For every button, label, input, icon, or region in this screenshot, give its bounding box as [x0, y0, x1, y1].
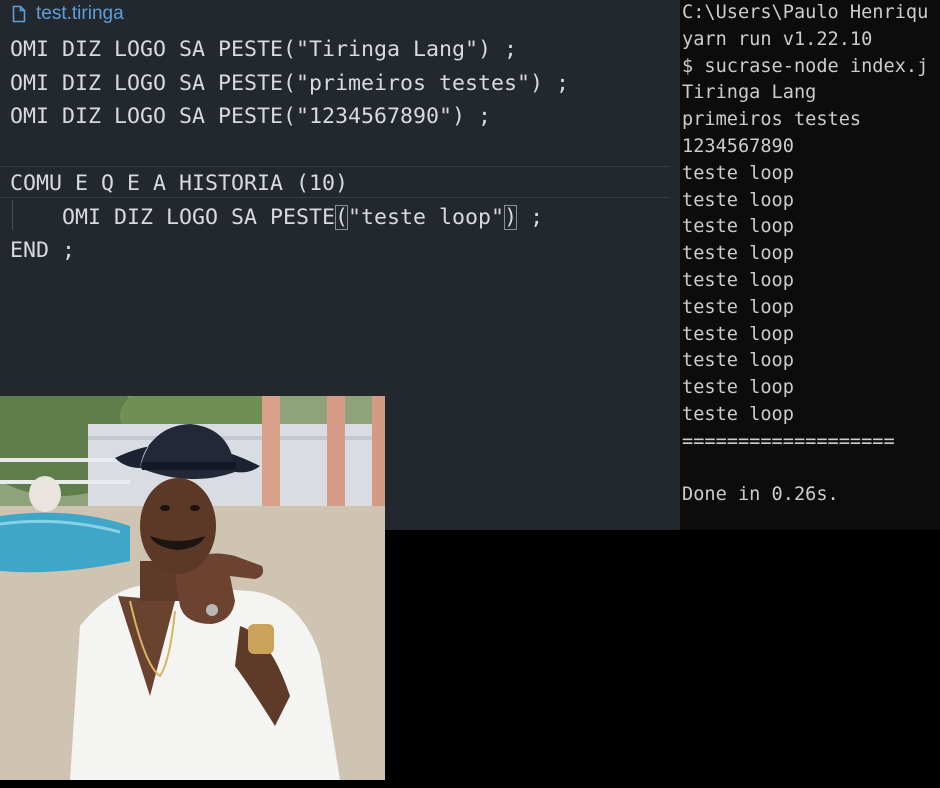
terminal-line: C:\Users\Paulo Henriqu	[682, 2, 929, 23]
code-line: END ;	[10, 238, 76, 263]
file-tab-label: test.tiringa	[36, 2, 124, 24]
terminal-line: teste loop	[682, 216, 794, 238]
terminal-line: teste loop	[682, 296, 794, 318]
close-paren-match: )	[504, 204, 518, 230]
terminal-line: Done in 0.26s.	[682, 484, 839, 506]
terminal-line: $ sucrase-node index.j	[682, 55, 929, 77]
string-literal: "teste loop"	[348, 204, 505, 230]
terminal-line: Tiringa Lang	[682, 82, 817, 104]
file-tab[interactable]: test.tiringa	[0, 0, 124, 27]
open-paren-match: (	[335, 204, 349, 230]
man-pointing-photo	[0, 396, 385, 780]
terminal-line: teste loop	[682, 189, 794, 211]
code-line: OMI DIZ LOGO SA PESTE("1234567890") ;	[10, 104, 492, 129]
code-line: COMU E Q E A HISTORIA (10)	[10, 171, 349, 196]
terminal-output[interactable]: C:\Users\Paulo Henriqu yarn run v1.22.10…	[680, 0, 940, 530]
terminal-line: primeiros testes	[682, 109, 862, 131]
terminal-line: 1234567890	[682, 136, 794, 157]
terminal-line: teste loop	[682, 323, 794, 345]
statement-end: ;	[517, 204, 544, 230]
terminal-line: teste loop	[682, 404, 794, 425]
call-name: OMI DIZ LOGO SA PESTE	[62, 204, 336, 230]
file-icon	[12, 5, 26, 23]
code-line: OMI DIZ LOGO SA PESTE("primeiros testes"…	[10, 70, 570, 96]
code-area[interactable]: OMI DIZ LOGO SA PESTE("Tiringa Lang") ; …	[10, 33, 569, 268]
screen: test.tiringa OMI DIZ LOGO SA PESTE("Tiri…	[0, 0, 940, 788]
terminal-line: teste loop	[682, 243, 794, 265]
code-line: OMI DIZ LOGO SA PESTE("Tiringa Lang") ;	[10, 37, 518, 62]
terminal-line: yarn run v1.22.10	[682, 28, 873, 50]
code-line-active: OMI DIZ LOGO SA PESTE("teste loop") ;	[10, 201, 569, 235]
terminal-line: teste loop	[682, 377, 794, 399]
terminal-line: ===================	[682, 430, 895, 452]
terminal-line: teste loop	[682, 350, 794, 372]
terminal-line: teste loop	[682, 270, 794, 291]
terminal-line: teste loop	[682, 162, 794, 184]
